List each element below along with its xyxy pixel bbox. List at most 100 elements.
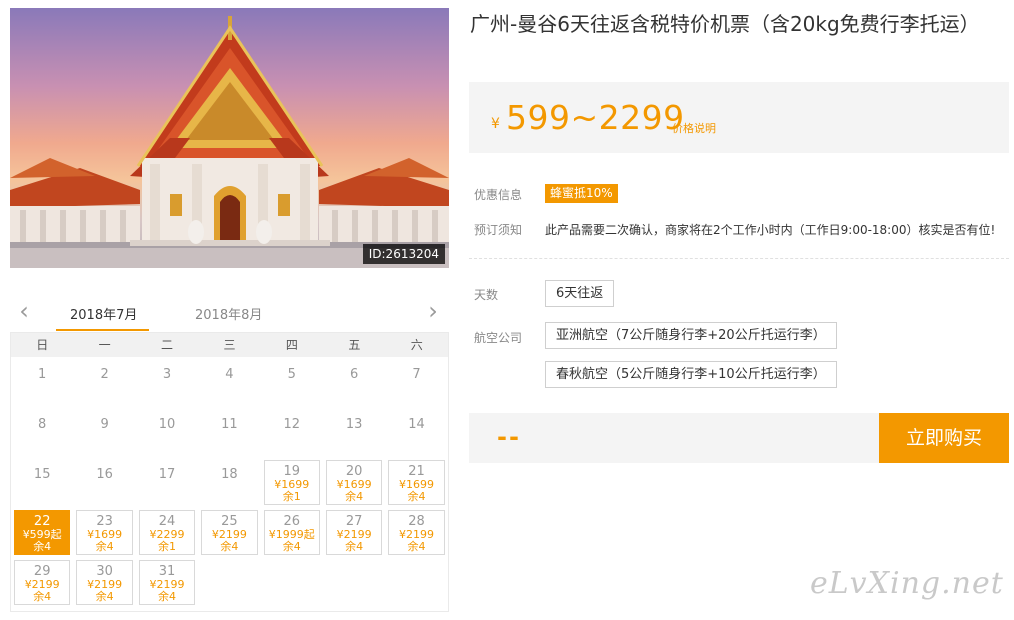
- calendar-day-box[interactable]: 19 ¥1699 余1: [263, 460, 320, 505]
- weekday-label: 六: [410, 338, 423, 352]
- calendar-day-remaining: 余1: [282, 490, 301, 503]
- section-divider: [469, 258, 1009, 259]
- calendar-day-cell[interactable]: 20 ¥1699 余4: [323, 457, 385, 507]
- calendar-day-cell[interactable]: 25 ¥2199 余4: [198, 507, 260, 557]
- calendar-day-remaining: 余4: [345, 540, 364, 553]
- calendar-day-number: 20: [345, 464, 363, 479]
- active-month-indicator: [56, 329, 149, 331]
- tab-month-july[interactable]: 2018年7月: [70, 304, 137, 323]
- calendar-day-box[interactable]: 28 ¥2199 余4: [388, 510, 445, 555]
- calendar-day-number: 6: [350, 367, 359, 382]
- site-watermark: eLvXing.net: [810, 566, 1004, 601]
- calendar-day-cell[interactable]: 19 ¥1699 余1: [261, 457, 323, 507]
- calendar-day-box[interactable]: 25 ¥2199 余4: [201, 510, 258, 555]
- calendar-day-cell: 12: [261, 407, 323, 457]
- calendar-day-number: 4: [225, 367, 234, 382]
- weekday-label: 三: [223, 338, 236, 352]
- calendar-day-cell: 7: [385, 357, 447, 407]
- airline-option-spring[interactable]: 春秋航空（5公斤随身行李+10公斤托运行李）: [545, 361, 837, 388]
- promo-label: 优惠信息: [474, 188, 523, 202]
- weekday-label: 五: [348, 338, 361, 352]
- calendar-day-box[interactable]: 30 ¥2199 余4: [76, 560, 133, 605]
- calendar-day-box[interactable]: 29 ¥2199 余4: [14, 560, 71, 605]
- price-panel: ¥ 599~2299 价格说明: [469, 82, 1009, 153]
- temple-illustration: [10, 16, 449, 268]
- calendar-day-cell[interactable]: 23 ¥1699 余4: [73, 507, 135, 557]
- calendar-day-box[interactable]: 20 ¥1699 余4: [325, 460, 383, 505]
- total-price: --: [497, 423, 521, 451]
- calendar-day-number: 11: [221, 417, 238, 432]
- promo-badge: 蜂蜜抵10%: [545, 184, 618, 203]
- calendar-day-cell[interactable]: 21 ¥1699 余4: [385, 457, 447, 507]
- price-range: 599~2299: [506, 98, 685, 137]
- calendar-day-cell: 1: [11, 357, 73, 407]
- calendar-day-number: 16: [96, 467, 113, 482]
- calendar-day-remaining: 余4: [33, 540, 52, 553]
- calendar-day-remaining: 余4: [95, 540, 114, 553]
- calendar-day-number: 12: [283, 417, 301, 432]
- calendar-day-number: 28: [408, 514, 425, 529]
- calendar-day-cell[interactable]: 27 ¥2199 余4: [323, 507, 385, 557]
- calendar-day-remaining: 余4: [345, 490, 364, 503]
- calendar-weekday-header: 日 一 二 三 四 五 六: [11, 333, 448, 357]
- calendar-day-number: 3: [162, 367, 172, 382]
- product-image: ID:2613204: [10, 8, 449, 268]
- prev-month-arrow-icon[interactable]: ‹: [14, 299, 34, 324]
- calendar-day-number: 7: [412, 367, 421, 382]
- calendar-month-nav: ‹ 2018年7月 2018年8月 ›: [10, 296, 449, 332]
- calendar-day-remaining: 余1: [157, 540, 176, 553]
- calendar-day-box[interactable]: 22 ¥599起 余4: [14, 510, 71, 555]
- calendar-day-cell[interactable]: 26 ¥1999起 余4: [261, 507, 323, 557]
- booking-notice-label: 预订须知: [474, 223, 523, 237]
- calendar-day-cell[interactable]: 24 ¥2299 余1: [136, 507, 198, 557]
- calendar-day-cell: 13: [323, 407, 385, 457]
- calendar-day-cell[interactable]: 29 ¥2199 余4: [11, 557, 73, 607]
- days-label: 天数: [474, 288, 499, 302]
- calendar-day-cell: 14: [385, 407, 447, 457]
- calendar-day-remaining: 余4: [95, 590, 114, 603]
- next-month-arrow-icon[interactable]: ›: [423, 299, 443, 324]
- calendar-grid: 日 一 二 三 四 五 六 1 2 3 4 5 6 7 8 9 10 11 12 13 14 15 16 17 1…: [10, 332, 449, 612]
- calendar-day-number: 27: [345, 514, 363, 529]
- price-currency: ¥: [491, 116, 500, 132]
- calendar-day-number: 15: [33, 467, 51, 482]
- calendar-day-remaining: 余4: [282, 540, 301, 553]
- calendar-day-cell: 5: [261, 357, 323, 407]
- price-explanation-link[interactable]: 价格说明: [672, 120, 716, 136]
- calendar-day-cell[interactable]: 28 ¥2199 余4: [385, 507, 447, 557]
- calendar-day-number: 10: [158, 417, 176, 432]
- airline-option-airasia[interactable]: 亚洲航空（7公斤随身行李+20公斤托运行李）: [545, 322, 837, 349]
- calendar-day-number: 8: [38, 417, 47, 432]
- calendar-day-number: 13: [345, 417, 363, 432]
- buy-now-button[interactable]: 立即购买: [879, 413, 1009, 463]
- calendar-day-cell: 4: [198, 357, 260, 407]
- booking-notice-text: 此产品需要二次确认，商家将在2个工作小时内（工作日9:00-18:00）核实是否…: [545, 223, 996, 237]
- calendar-day-box[interactable]: 23 ¥1699 余4: [76, 510, 133, 555]
- calendar-day-number: 30: [96, 564, 113, 579]
- calendar-day-number: 5: [287, 367, 296, 382]
- image-id-label: ID:2613204: [362, 244, 445, 264]
- days-option-6day[interactable]: 6天往返: [545, 280, 615, 307]
- purchase-bar: -- 立即购买: [469, 413, 1009, 463]
- calendar-day-number: 18: [221, 467, 238, 482]
- calendar-day-cell: 6: [323, 357, 385, 407]
- weekday-label: 二: [161, 338, 174, 352]
- calendar-day-box[interactable]: 31 ¥2199 余4: [138, 560, 196, 605]
- calendar-day-number: 19: [283, 464, 301, 479]
- calendar-day-box[interactable]: 26 ¥1999起 余4: [263, 510, 320, 555]
- calendar-day-cell: 8: [11, 407, 73, 457]
- tab-month-august[interactable]: 2018年8月: [195, 304, 262, 323]
- calendar-day-number: 24: [158, 514, 176, 529]
- calendar-day-remaining: 余4: [157, 590, 176, 603]
- calendar-day-cell: 10: [136, 407, 198, 457]
- calendar-day-number: 2: [100, 367, 109, 382]
- calendar-day-box[interactable]: 21 ¥1699 余4: [388, 460, 445, 505]
- calendar-day-cell[interactable]: 30 ¥2199 余4: [73, 557, 135, 607]
- calendar-day-box[interactable]: 27 ¥2199 余4: [325, 510, 383, 555]
- calendar-day-cell[interactable]: 22 ¥599起 余4: [11, 507, 73, 557]
- calendar-day-cell[interactable]: 31 ¥2199 余4: [136, 557, 198, 607]
- calendar-day-number: 31: [158, 564, 176, 579]
- calendar-day-box[interactable]: 24 ¥2299 余1: [138, 510, 196, 555]
- calendar-week-row: 8 9 10 11 12 13 14: [11, 407, 448, 457]
- calendar-day-cell: 11: [198, 407, 260, 457]
